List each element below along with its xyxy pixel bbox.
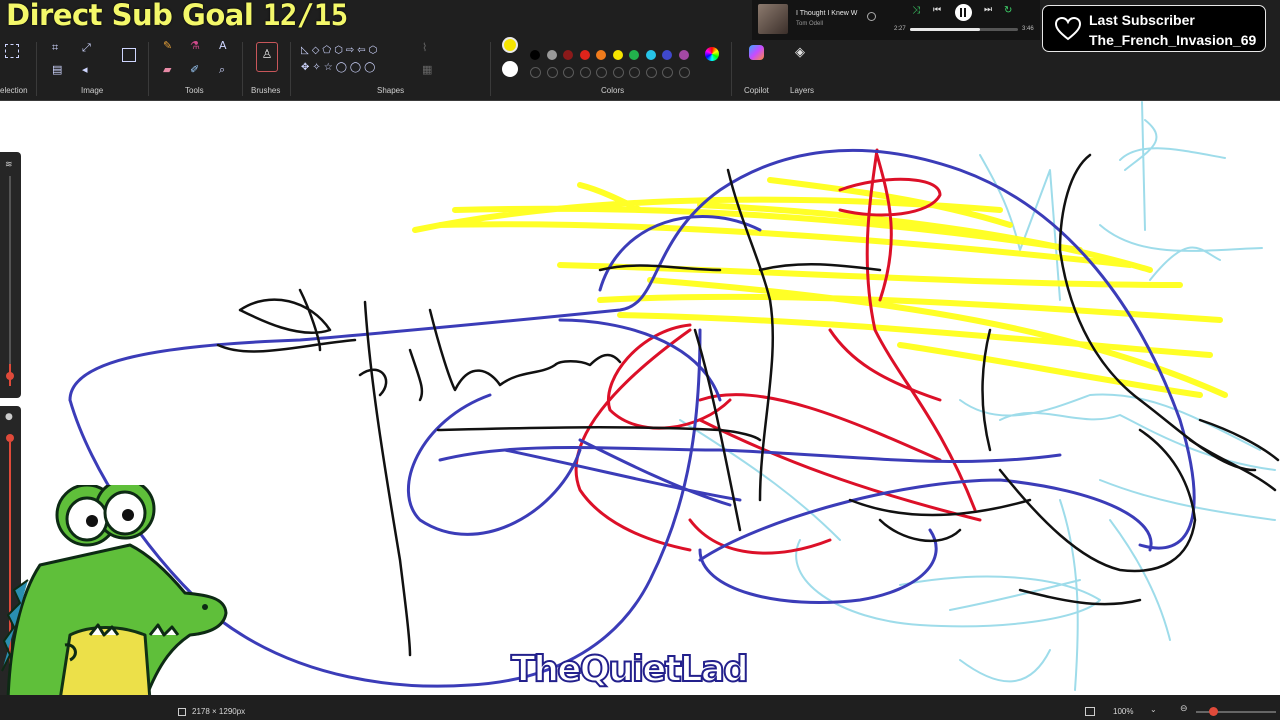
previous-icon[interactable]: ⏮ bbox=[933, 5, 941, 15]
copilot-icon[interactable] bbox=[749, 45, 764, 60]
color-swatch[interactable] bbox=[563, 50, 573, 60]
chevron-down-icon[interactable]: ⌄ bbox=[1150, 705, 1157, 714]
time-total: 3:46 bbox=[1022, 26, 1034, 32]
fill-icon[interactable]: ⚗ bbox=[190, 40, 200, 52]
crop-icon[interactable]: ⌗ bbox=[52, 42, 58, 54]
flip-icon[interactable]: ▤ bbox=[52, 64, 62, 76]
song-title: I Thought I Knew W bbox=[796, 10, 858, 17]
song-artist: Tom Odell bbox=[796, 21, 824, 27]
sub-goal-counter: Direct Sub Goal 12/15 bbox=[6, 0, 348, 38]
layers-icon[interactable]: ◈ bbox=[795, 46, 805, 59]
color-swatch[interactable] bbox=[612, 67, 624, 78]
divider bbox=[148, 42, 149, 96]
group-label-copilot: Copilot bbox=[744, 86, 769, 95]
blue-scribble bbox=[68, 148, 1196, 688]
progress-fill bbox=[910, 28, 981, 31]
progress-track[interactable] bbox=[910, 28, 1018, 31]
color-swatch[interactable] bbox=[596, 67, 607, 78]
selection-icon[interactable] bbox=[5, 44, 19, 58]
color-swatch[interactable] bbox=[629, 50, 639, 60]
brush-size-panel: ≋ bbox=[0, 152, 21, 398]
group-label-shapes: Shapes bbox=[377, 86, 405, 95]
music-player: I Thought I Knew W Tom Odell ⤨ ⏮ ⏭ ↻ 2:2… bbox=[752, 0, 1040, 40]
color-picker-icon[interactable]: ✐ bbox=[190, 64, 199, 76]
magnifier-icon[interactable]: ⌕ bbox=[219, 64, 225, 76]
next-icon[interactable]: ⏭ bbox=[984, 5, 992, 15]
divider bbox=[290, 42, 291, 96]
color-swatch[interactable] bbox=[662, 50, 672, 60]
color-swatch[interactable] bbox=[530, 50, 540, 60]
color-swatch[interactable] bbox=[579, 50, 590, 60]
canvas-size: 2178 × 1290px bbox=[192, 707, 246, 716]
color-swatch[interactable] bbox=[662, 67, 673, 78]
eraser-icon[interactable]: ▰ bbox=[163, 64, 171, 76]
brush-icon[interactable]: ♙ bbox=[256, 42, 278, 72]
pause-button[interactable] bbox=[955, 4, 972, 21]
pause-icon bbox=[960, 8, 962, 17]
color-swatch[interactable] bbox=[645, 50, 656, 60]
sub-goal-count: 12/15 bbox=[262, 0, 348, 32]
color-swatch[interactable] bbox=[563, 67, 574, 78]
group-label-image: Image bbox=[81, 86, 104, 95]
zoom-slider[interactable] bbox=[1196, 711, 1276, 713]
brush-size-thumb[interactable] bbox=[6, 372, 14, 380]
group-label-brushes: Brushes bbox=[251, 86, 281, 95]
shapes-icon[interactable]: ◺◇⬠⬡⇨⇦⬡ bbox=[301, 45, 380, 57]
add-icon[interactable] bbox=[867, 12, 876, 21]
color-swatch[interactable] bbox=[678, 67, 690, 78]
group-label-colors: Colors bbox=[601, 86, 625, 95]
zoom-slider-thumb[interactable] bbox=[1209, 707, 1218, 716]
zoom-out-icon[interactable]: ⊖ bbox=[1180, 704, 1188, 714]
brush-size-icon: ≋ bbox=[5, 160, 13, 170]
crocodile-mascot bbox=[1, 485, 228, 700]
opacity-thumb[interactable] bbox=[6, 434, 14, 442]
color-swatch[interactable] bbox=[579, 67, 591, 78]
color-swatch[interactable] bbox=[678, 50, 689, 60]
fit-screen-icon[interactable] bbox=[1085, 707, 1095, 716]
status-bar: 2178 × 1290px 100% ⌄ ⊖ bbox=[0, 695, 1280, 720]
color-swatch[interactable] bbox=[645, 67, 657, 78]
pencil-icon[interactable]: ✎ bbox=[163, 40, 172, 52]
group-label-layers: Layers bbox=[790, 86, 815, 95]
color-swatch[interactable] bbox=[629, 67, 640, 78]
color-swatch[interactable] bbox=[546, 67, 558, 78]
color-wheel-icon[interactable] bbox=[705, 47, 719, 61]
divider bbox=[490, 42, 491, 96]
active-color-swatch[interactable] bbox=[502, 37, 518, 53]
time-current: 2:27 bbox=[894, 26, 906, 32]
image-icon[interactable] bbox=[122, 48, 136, 62]
divider bbox=[731, 42, 732, 96]
brush-size-track[interactable] bbox=[9, 176, 11, 386]
color-swatch[interactable] bbox=[530, 67, 541, 78]
resize-icon[interactable]: ⤢ bbox=[82, 42, 91, 54]
shapes-row2-icon[interactable]: ✥✧☆◯◯◯ bbox=[301, 62, 378, 74]
group-label-selection: election bbox=[0, 86, 28, 95]
album-art bbox=[758, 4, 788, 34]
last-subscriber-title: Last Subscriber bbox=[1089, 12, 1195, 28]
zoom-level[interactable]: 100% bbox=[1113, 707, 1133, 716]
color-swatch[interactable] bbox=[612, 50, 623, 60]
channel-watermark: TheQuietLad bbox=[510, 649, 750, 691]
last-subscriber-box: Last Subscriber The_French_Invasion_69 bbox=[1042, 5, 1266, 52]
fill-shape-icon[interactable]: ▦ bbox=[422, 64, 432, 76]
color-swatch[interactable] bbox=[546, 50, 557, 60]
last-subscriber-name: The_French_Invasion_69 bbox=[1089, 32, 1257, 48]
canvas-size-icon bbox=[178, 708, 186, 716]
divider bbox=[242, 42, 243, 96]
heart-icon bbox=[1055, 17, 1081, 41]
opacity-icon: ● bbox=[5, 412, 13, 422]
rotate-icon[interactable]: ◂ bbox=[82, 64, 88, 76]
color-swatch[interactable] bbox=[596, 50, 606, 60]
outline-icon[interactable]: ⌇ bbox=[422, 42, 427, 54]
group-label-tools: Tools bbox=[185, 86, 204, 95]
repeat-icon[interactable]: ↻ bbox=[1004, 5, 1012, 16]
shuffle-icon[interactable]: ⤨ bbox=[912, 5, 920, 16]
secondary-color-swatch[interactable] bbox=[502, 61, 518, 77]
text-icon[interactable]: A bbox=[219, 40, 227, 52]
sub-goal-label: Direct Sub Goal bbox=[6, 0, 254, 32]
divider bbox=[36, 42, 37, 96]
